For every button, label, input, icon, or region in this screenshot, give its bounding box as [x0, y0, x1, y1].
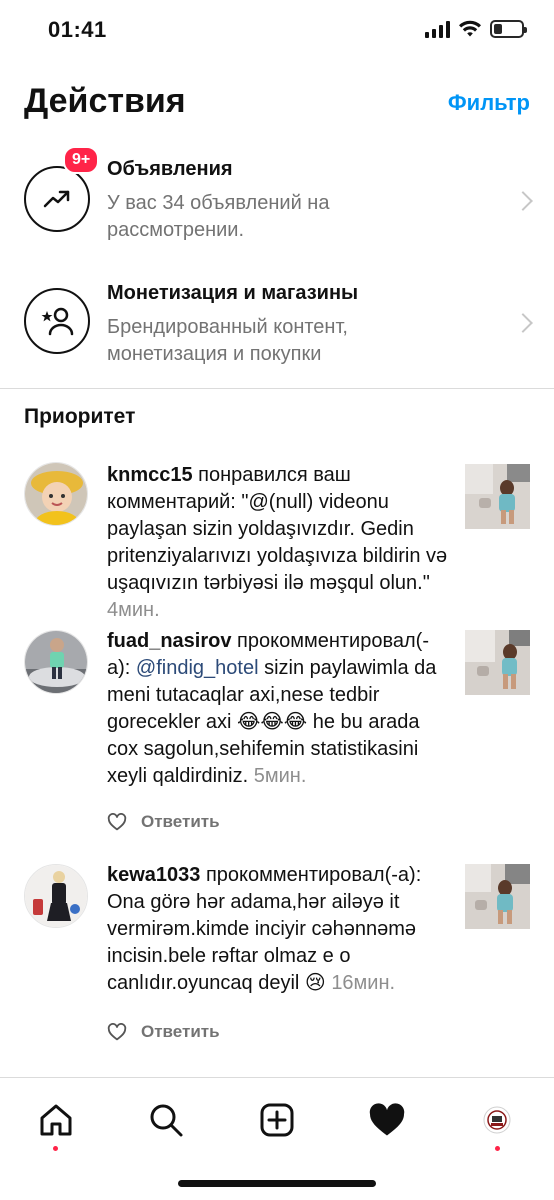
- notification-text: kewa1033 прокомментировал(-а): Ona görə …: [107, 862, 452, 997]
- ads-count-badge: 9+: [63, 146, 100, 174]
- filter-button[interactable]: Фильтр: [448, 90, 530, 116]
- status-time: 01:41: [48, 17, 107, 42]
- mention-link[interactable]: @findig_hotel: [136, 657, 259, 679]
- search-icon[interactable]: [148, 1102, 184, 1138]
- home-notification-dot: [53, 1146, 58, 1151]
- trending-up-icon: [24, 166, 90, 232]
- ads-subtitle: У вас 34 объявлений на рассмотрении.: [107, 192, 330, 241]
- username[interactable]: knmcc15: [107, 464, 193, 486]
- chevron-right-icon: [513, 191, 533, 211]
- battery-icon: [490, 20, 527, 38]
- post-thumbnail[interactable]: [465, 864, 530, 929]
- heart-outline-icon[interactable]: [107, 1023, 127, 1041]
- chevron-right-icon: [513, 313, 533, 333]
- post-thumbnail[interactable]: [465, 630, 530, 695]
- timestamp: 16мин.: [331, 972, 396, 994]
- profile-notification-dot: [495, 1146, 500, 1151]
- monetization-row[interactable]: Монетизация и магазины Брендированный ко…: [0, 282, 554, 382]
- activity-heart-icon[interactable]: [368, 1103, 406, 1137]
- priority-section-title: Приоритет: [24, 405, 136, 428]
- username[interactable]: kewa1033: [107, 864, 200, 886]
- timestamp: 5мин.: [253, 765, 307, 787]
- status-bar: 01:41: [0, 0, 554, 60]
- star-person-icon: [24, 288, 90, 354]
- notification-text: knmcc15 понравился ваш комментарий: "@(n…: [107, 462, 452, 624]
- timestamp: 4мин.: [107, 599, 160, 621]
- nav-search[interactable]: [146, 1100, 186, 1140]
- post-thumbnail[interactable]: [465, 464, 530, 529]
- reply-button[interactable]: Ответить: [107, 812, 220, 832]
- nav-home[interactable]: [36, 1100, 76, 1140]
- create-icon[interactable]: [259, 1102, 295, 1138]
- reply-label[interactable]: Ответить: [141, 1022, 220, 1042]
- ads-row[interactable]: 9+ Объявления У вас 34 объявлений на рас…: [0, 146, 554, 258]
- monetization-title: Монетизация и магазины: [107, 282, 359, 304]
- username[interactable]: fuad_nasirov: [107, 630, 231, 652]
- status-icons: [425, 20, 527, 38]
- page-title: Действия: [24, 82, 186, 120]
- wifi-icon: [459, 20, 481, 37]
- page-header: Действия Фильтр: [0, 82, 554, 126]
- ads-title: Объявления: [107, 158, 233, 180]
- home-indicator: [178, 1180, 376, 1187]
- nav-activity[interactable]: [367, 1100, 407, 1140]
- reply-label[interactable]: Ответить: [141, 812, 220, 832]
- signal-icon: [425, 20, 450, 38]
- reply-button[interactable]: Ответить: [107, 1022, 220, 1042]
- home-icon[interactable]: [38, 1102, 74, 1138]
- avatar[interactable]: [24, 630, 88, 694]
- monetization-subtitle: Брендированный контент, монетизация и по…: [107, 316, 348, 365]
- heart-outline-icon[interactable]: [107, 813, 127, 831]
- profile-avatar-icon[interactable]: [483, 1106, 511, 1134]
- nav-create[interactable]: [257, 1100, 297, 1140]
- nav-profile[interactable]: [477, 1100, 517, 1140]
- avatar[interactable]: [24, 864, 88, 928]
- divider: [0, 388, 554, 389]
- notification-text: fuad_nasirov прокомментировал(-а): @find…: [107, 628, 452, 790]
- avatar[interactable]: [24, 462, 88, 526]
